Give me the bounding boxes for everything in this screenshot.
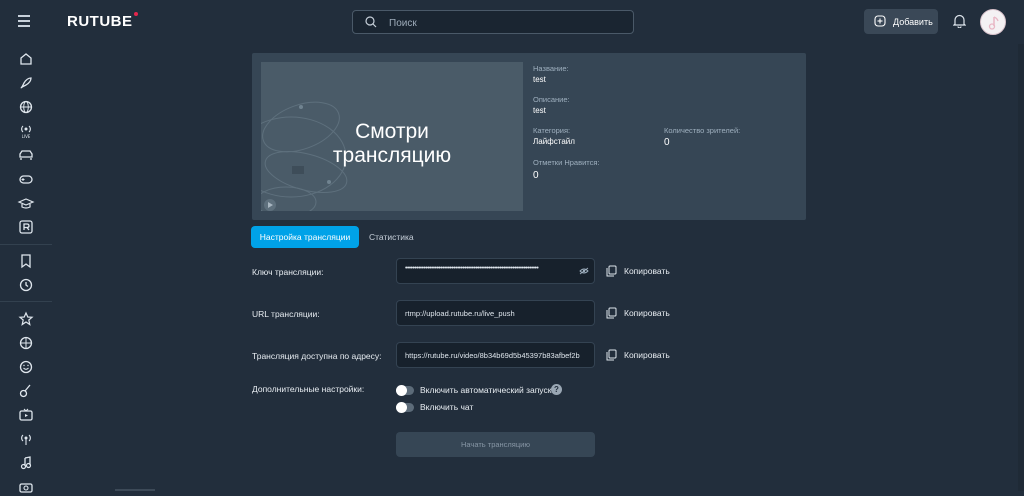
tab-statistics[interactable]: Статистика	[369, 226, 414, 248]
bell-icon[interactable]	[953, 14, 966, 28]
copy-label: Копировать	[624, 350, 670, 360]
sidebar: LIVE	[0, 44, 52, 493]
copy-icon	[606, 265, 617, 277]
name-label: Название:	[533, 64, 569, 73]
rutube-logo[interactable]: RUTUBE	[67, 12, 138, 30]
history-icon[interactable]	[17, 276, 35, 294]
bookmark-icon[interactable]	[17, 252, 35, 270]
description-value: test	[533, 106, 546, 115]
search-icon	[365, 16, 377, 28]
copy-icon	[606, 307, 617, 319]
graduation-icon[interactable]	[17, 194, 35, 212]
add-icon	[874, 15, 886, 27]
music-icon[interactable]	[17, 454, 35, 472]
logo-text: RUTUBE	[67, 13, 133, 30]
stream-key-label: Ключ трансляции:	[252, 267, 324, 277]
help-icon[interactable]: ?	[551, 384, 562, 395]
camera-icon[interactable]	[17, 478, 35, 496]
category-value: Лайфстайл	[533, 137, 575, 146]
rocket-icon[interactable]	[17, 74, 35, 92]
stream-preview[interactable]: Смотри трансляцию	[261, 62, 523, 211]
autostart-label: Включить автоматический запуск	[420, 385, 552, 395]
r-logo-icon[interactable]	[17, 218, 35, 236]
stream-key-field[interactable]: ••••••••••••••••••••••••••••••••••••••••…	[396, 258, 595, 284]
tv-icon[interactable]	[17, 406, 35, 424]
extra-settings-label: Дополнительные настройки:	[252, 384, 365, 394]
guitar-icon[interactable]	[17, 382, 35, 400]
viewers-value: 0	[664, 137, 670, 148]
search-bar[interactable]	[352, 10, 634, 34]
stream-key-value: ••••••••••••••••••••••••••••••••••••••••…	[405, 265, 539, 272]
chat-toggle[interactable]	[396, 402, 414, 413]
stream-url-field[interactable]: rtmp://upload.rutube.ru/live_push	[396, 300, 595, 326]
basketball-icon[interactable]	[17, 334, 35, 352]
add-button-label: Добавить	[893, 17, 933, 27]
stream-info-card: Смотри трансляцию Название: test Описание…	[252, 53, 806, 220]
eye-off-icon[interactable]	[579, 267, 589, 275]
car-icon[interactable]	[17, 146, 35, 164]
stream-address-field[interactable]: https://rutube.ru/video/8b34b69d5b45397b…	[396, 342, 595, 368]
search-input[interactable]	[387, 14, 621, 32]
add-button[interactable]: Добавить	[864, 9, 938, 34]
name-value: test	[533, 75, 546, 84]
globe-icon[interactable]	[17, 98, 35, 116]
menu-icon[interactable]	[18, 15, 30, 27]
avatar[interactable]	[980, 9, 1006, 35]
copy-icon	[606, 349, 617, 361]
tab-stream-settings[interactable]: Настройка трансляции	[251, 226, 359, 248]
vertical-scrollbar[interactable]	[1018, 44, 1024, 491]
preview-title: Смотри трансляцию	[332, 120, 452, 167]
top-bar: RUTUBE Добавить	[0, 0, 1024, 44]
smile-icon[interactable]	[17, 358, 35, 376]
stream-address-value: https://rutube.ru/video/8b34b69d5b45397b…	[405, 351, 580, 360]
description-label: Описание:	[533, 95, 570, 104]
home-icon[interactable]	[17, 50, 35, 68]
autostart-toggle[interactable]	[396, 385, 414, 396]
likes-value: 0	[533, 170, 539, 181]
svg-text:LIVE: LIVE	[22, 134, 31, 139]
live-icon[interactable]: LIVE	[17, 122, 35, 140]
stream-url-label: URL трансляции:	[252, 309, 320, 319]
star-icon[interactable]	[17, 310, 35, 328]
broadcast-icon[interactable]	[17, 430, 35, 448]
copy-label: Копировать	[624, 308, 670, 318]
stream-url-value: rtmp://upload.rutube.ru/live_push	[405, 309, 515, 318]
stream-address-label: Трансляция доступна по адресу:	[252, 351, 382, 361]
category-label: Категория:	[533, 126, 571, 135]
likes-label: Отметки Нравится:	[533, 158, 600, 167]
start-stream-button[interactable]: Начать трансляцию	[396, 432, 595, 457]
gamepad-icon[interactable]	[17, 170, 35, 188]
chat-label: Включить чат	[420, 402, 474, 412]
copy-label: Копировать	[624, 266, 670, 276]
music-note-avatar-icon	[988, 16, 999, 30]
viewers-label: Количество зрителей:	[664, 126, 741, 135]
